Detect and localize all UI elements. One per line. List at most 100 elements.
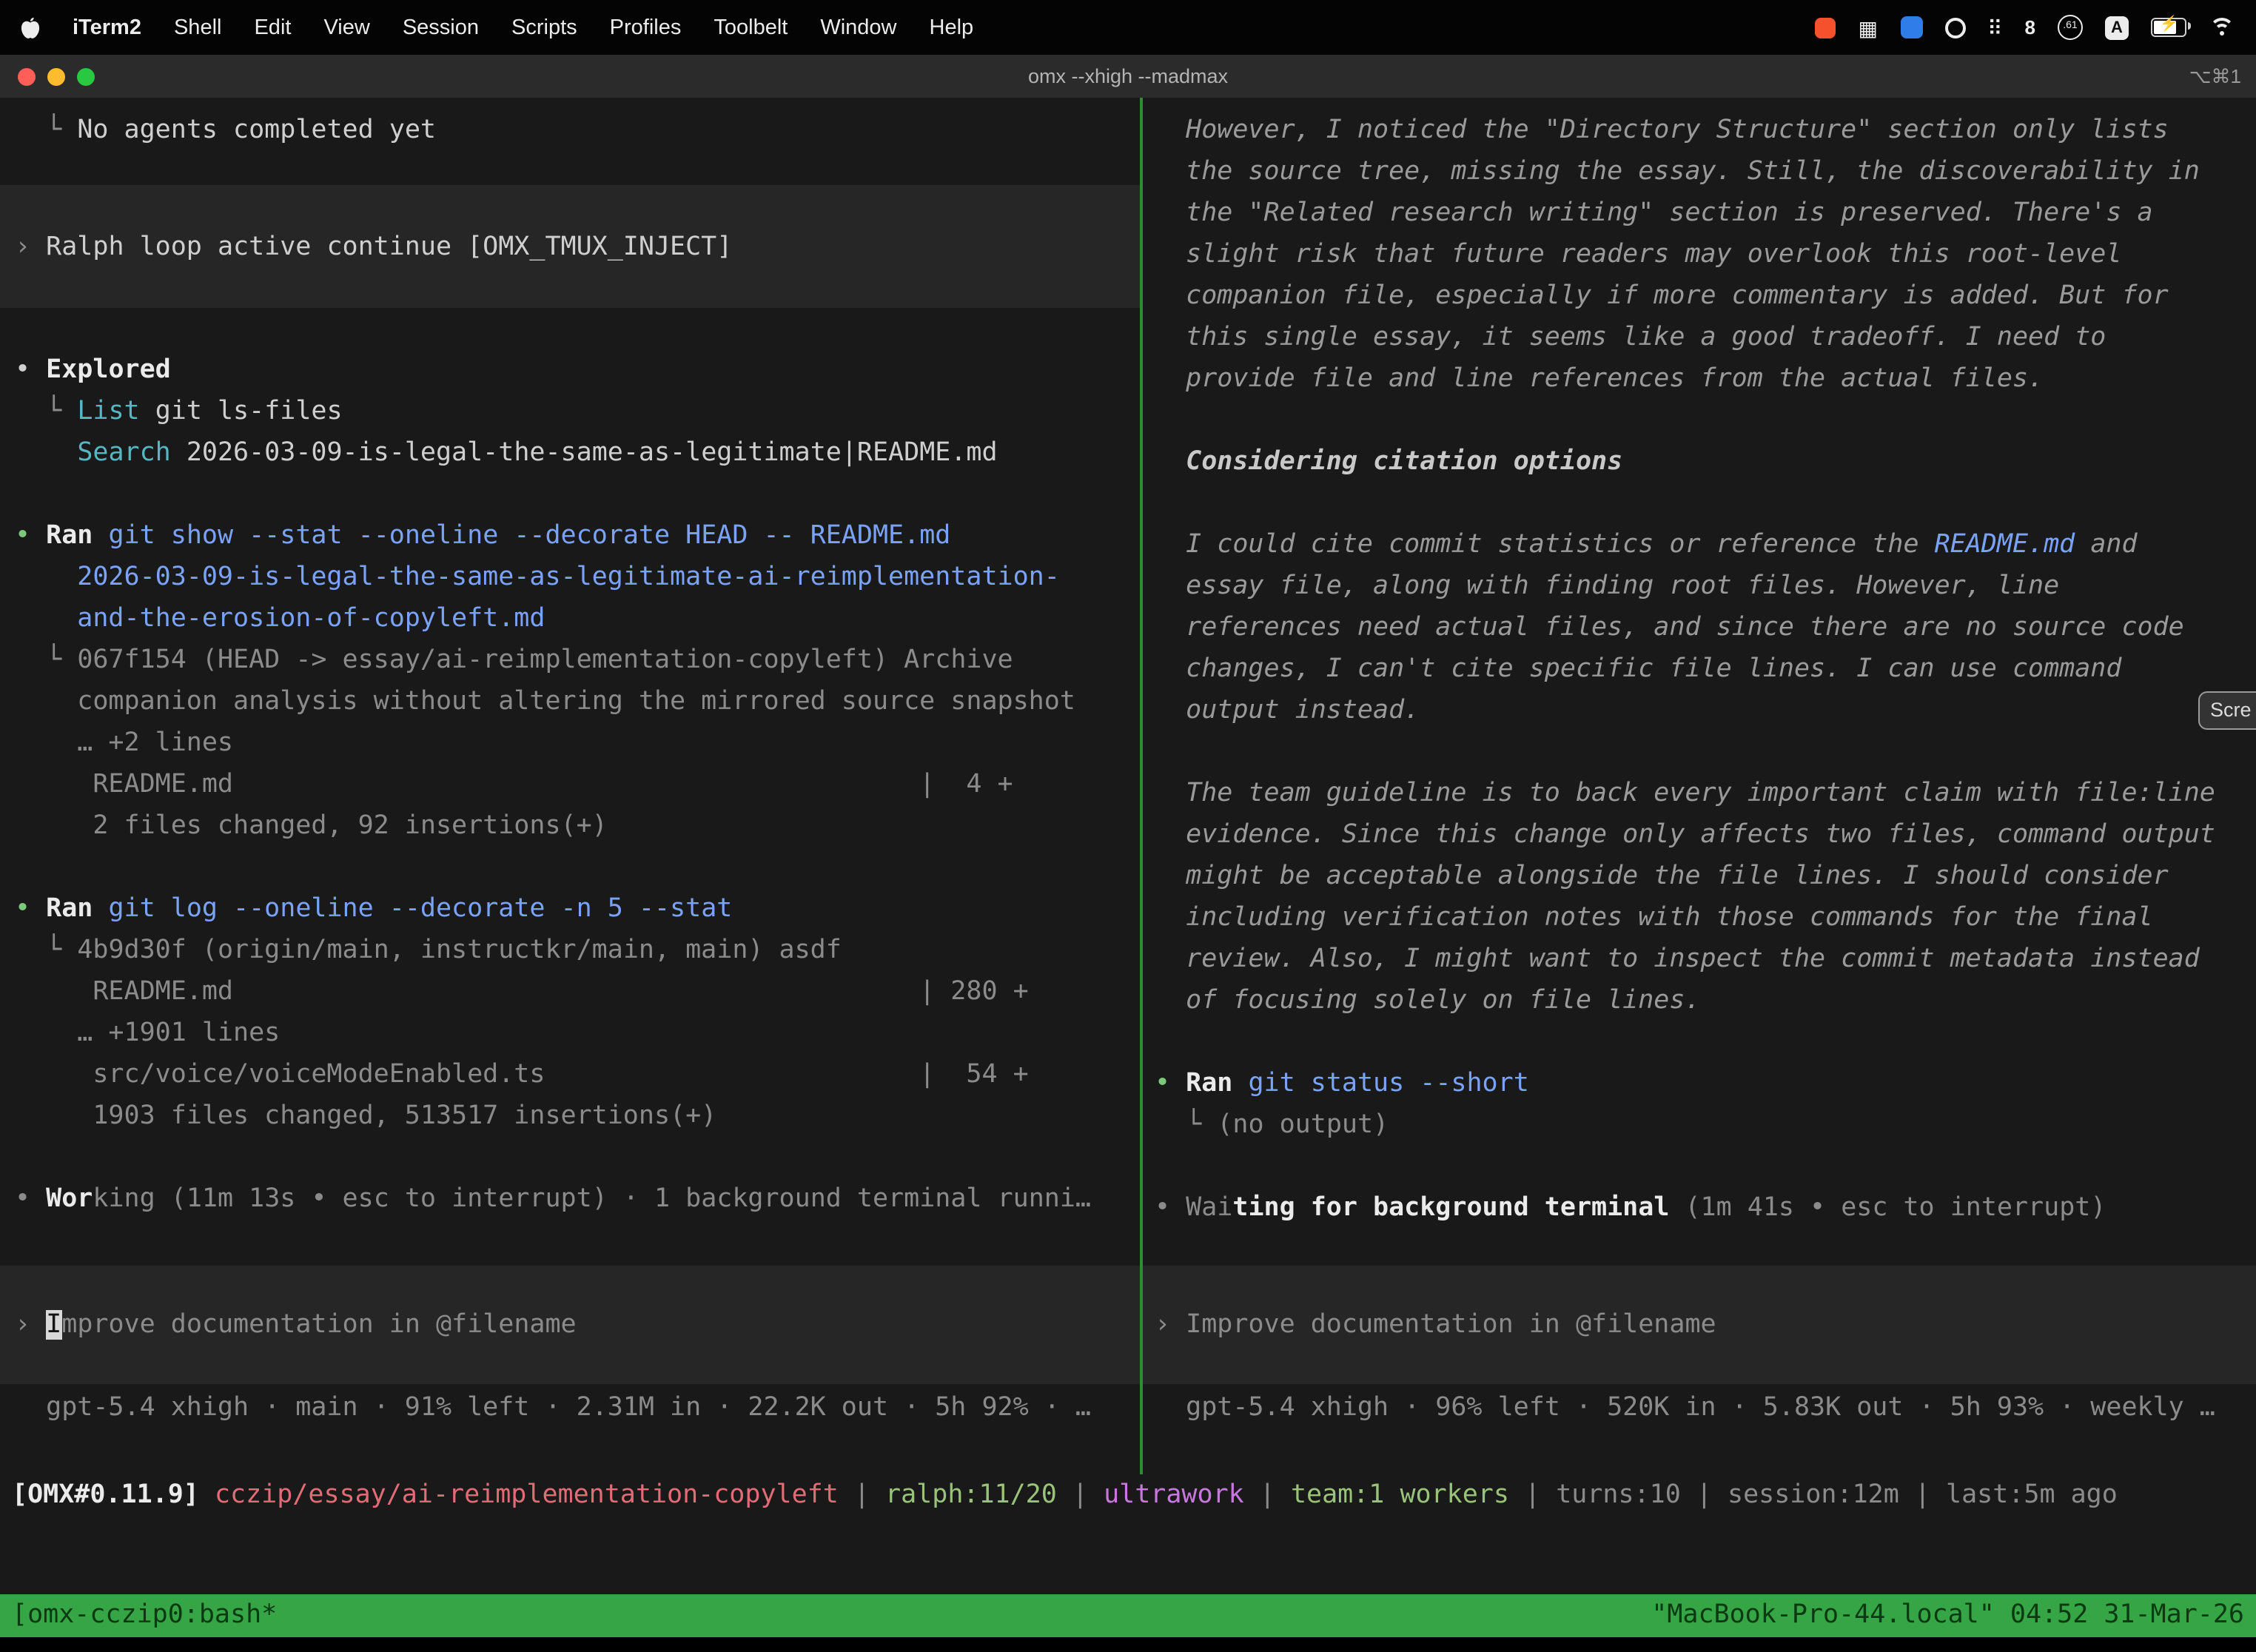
terminal-line: └ 4b9d30f (origin/main, instructkr/main,… (15, 930, 1140, 971)
menu-item[interactable]: Toolbelt (714, 16, 788, 39)
text-segment: 2026-03-09-is-legal-the-same-as-legitima… (15, 563, 1060, 592)
tmux-session-label[interactable]: [omx-cczip0:bash* (12, 1594, 277, 1637)
menu-item[interactable]: Scripts (511, 16, 577, 39)
terminal-line (15, 1137, 1140, 1178)
menu-item[interactable]: View (323, 16, 369, 39)
text-segment: of focusing solely on file lines. (1155, 986, 1701, 1015)
text-segment: • (15, 1184, 46, 1214)
text-segment: … +2 lines (15, 728, 233, 758)
text-segment: and-the-erosion-of-copyleft.md (15, 604, 545, 634)
menu-item[interactable]: Profiles (610, 16, 682, 39)
text-segment: • (1155, 1193, 1186, 1223)
text-segment: • (15, 521, 46, 551)
terminal-line: • Working (11m 13s • esc to interrupt) ·… (15, 1178, 1140, 1220)
terminal-line: evidence. Since this change only affects… (1155, 814, 2256, 856)
text-segment: output instead. (1155, 696, 1420, 725)
text-segment: | (1899, 1480, 1946, 1510)
menu-item[interactable]: Help (930, 16, 974, 39)
menu-item[interactable]: Session (403, 16, 479, 39)
terminal-line: Search 2026-03-09-is-legal-the-same-as-l… (15, 432, 1140, 474)
battery-icon[interactable]: ⚡ (2151, 18, 2186, 37)
text-segment: git log --oneline --decorate -n 5 --stat (108, 894, 732, 924)
zoom-button[interactable] (77, 67, 95, 85)
app-menu-title[interactable]: iTerm2 (73, 16, 141, 39)
terminal-line (15, 847, 1140, 888)
menu-bar: iTerm2 Shell Edit View Session Scripts Profil… (0, 0, 2256, 55)
menu-item[interactable]: Edit (254, 16, 291, 39)
screen-record-indicator-icon[interactable] (1816, 17, 1836, 38)
terminal: └ No agents completed yet › Ralph loop a… (0, 98, 2256, 1474)
terminal-line: README.md | 280 + (15, 971, 1140, 1013)
right-pane-body: However, I noticed the "Directory Struct… (1155, 110, 2256, 1229)
text-segment: companion file, especially if more comme… (1155, 281, 2169, 311)
tmux-host-clock: "MacBook-Pro-44.local" 04:52 31-Mar-26 (1651, 1594, 2244, 1637)
terminal-line: › Improve documentation in @filename (15, 1304, 1140, 1346)
terminal-line: gpt-5.4 xhigh · 96% left · 520K in · 5.8… (1155, 1387, 2256, 1428)
text-segment: might be acceptable alongside the file l… (1155, 862, 2169, 891)
terminal-line: Considering citation options (1155, 441, 2256, 483)
text-segment: I (46, 1310, 61, 1340)
text-segment: git show --stat --oneline --decorate HEA… (108, 521, 950, 551)
menu-items: Shell Edit View Session Scripts Profiles Toolb… (174, 16, 973, 39)
text-segment: this single essay, it seems like a good … (1155, 323, 2106, 352)
text-segment: ting for background terminal (1232, 1193, 1669, 1223)
window-titlebar: omx --xhigh --madmax ⌥⌘1 (0, 55, 2256, 98)
left-pane-head: └ No agents completed yet (15, 110, 1140, 151)
text-segment: the source tree, missing the essay. Stil… (1155, 157, 2200, 187)
menu-item[interactable]: Window (820, 16, 896, 39)
menu-item[interactable]: Shell (174, 16, 222, 39)
text-segment: including verification notes with those … (1155, 903, 2153, 933)
text-segment: provide file and line references from th… (1155, 364, 2044, 394)
text-segment: └ (15, 397, 77, 426)
minimize-button[interactable] (47, 67, 65, 85)
omx-status-line: [OMX#0.11.9] cczip/essay/ai-reimplementa… (0, 1474, 2256, 1516)
text-segment: • (15, 894, 46, 924)
input-source-icon[interactable]: A (2105, 16, 2129, 39)
text-segment: gpt-5.4 xhigh · 96% left · 520K in · 5.8… (1155, 1393, 2215, 1423)
terminal-line: └ 067f154 (HEAD -> essay/ai-reimplementa… (15, 639, 1140, 681)
right-pane: However, I noticed the "Directory Struct… (1143, 98, 2256, 1474)
text-segment (15, 438, 77, 468)
text-segment: [OMX#0.11.9] (12, 1480, 215, 1510)
screen-share-popup[interactable]: Scre (2198, 691, 2256, 730)
menu-status-icons: ▦ ⠿ 8 .61 A ⚡ (1816, 15, 2235, 40)
left-model-status: gpt-5.4 xhigh · main · 91% left · 2.31M … (15, 1387, 1140, 1428)
text-segment: essay file, along with finding root file… (1155, 571, 2059, 601)
docker-icon[interactable] (1900, 16, 1922, 38)
text-segment: companion analysis without altering the … (15, 687, 1075, 716)
text-segment: | (1681, 1480, 1728, 1510)
terminal-line: └ No agents completed yet (15, 110, 1140, 151)
percent-circle-icon[interactable]: .61 (2058, 15, 2083, 40)
text-segment: Improve documentation in @filename (1186, 1310, 1716, 1340)
text-segment: references need actual files, and since … (1155, 613, 2184, 642)
ralph-inject-banner: › Ralph loop active continue [OMX_TMUX_I… (0, 185, 1140, 308)
wifi-icon[interactable] (2209, 18, 2235, 37)
terminal-line: I could cite commit statistics or refere… (1155, 524, 2256, 565)
terminal-line (1155, 1021, 2256, 1063)
keyboard-grid-icon[interactable]: ▦ (1859, 17, 1878, 38)
window-shortcut-badge: ⌥⌘1 (2189, 64, 2241, 88)
text-segment: | (839, 1480, 885, 1510)
app-circle-icon[interactable] (1944, 17, 1965, 38)
right-model-status: gpt-5.4 xhigh · 96% left · 520K in · 5.8… (1155, 1387, 2256, 1428)
text-segment: List (77, 397, 139, 426)
terminal-line: [OMX#0.11.9] cczip/essay/ai-reimplementa… (12, 1474, 2256, 1516)
text-segment: ralph:11/20 (885, 1480, 1057, 1510)
right-prompt-input[interactable]: › Improve documentation in @filename (1143, 1266, 2256, 1384)
text-segment: Search (77, 438, 170, 468)
apple-menu-icon[interactable] (21, 16, 40, 39)
text-segment: └ (15, 115, 77, 145)
left-pane-body: • Explored └ List git ls-files Search 20… (15, 349, 1140, 1220)
terminal-line: › Ralph loop active continue [OMX_TMUX_I… (15, 226, 1140, 267)
text-segment: git status --short (1248, 1069, 1528, 1098)
text-segment: I could cite commit statistics or refere… (1155, 530, 1935, 560)
text-segment: Ran (46, 521, 108, 551)
text-segment: Considering citation options (1155, 447, 1622, 477)
key-icon[interactable]: 8 (2025, 17, 2035, 38)
terminal-line: › Improve documentation in @filename (1155, 1304, 2256, 1346)
terminal-line: provide file and line references from th… (1155, 358, 2256, 400)
dots-grid-icon[interactable]: ⠿ (1987, 17, 2003, 38)
text-segment: session:12m (1728, 1480, 1899, 1510)
close-button[interactable] (18, 67, 36, 85)
left-prompt-input[interactable]: › Improve documentation in @filename (0, 1266, 1140, 1384)
